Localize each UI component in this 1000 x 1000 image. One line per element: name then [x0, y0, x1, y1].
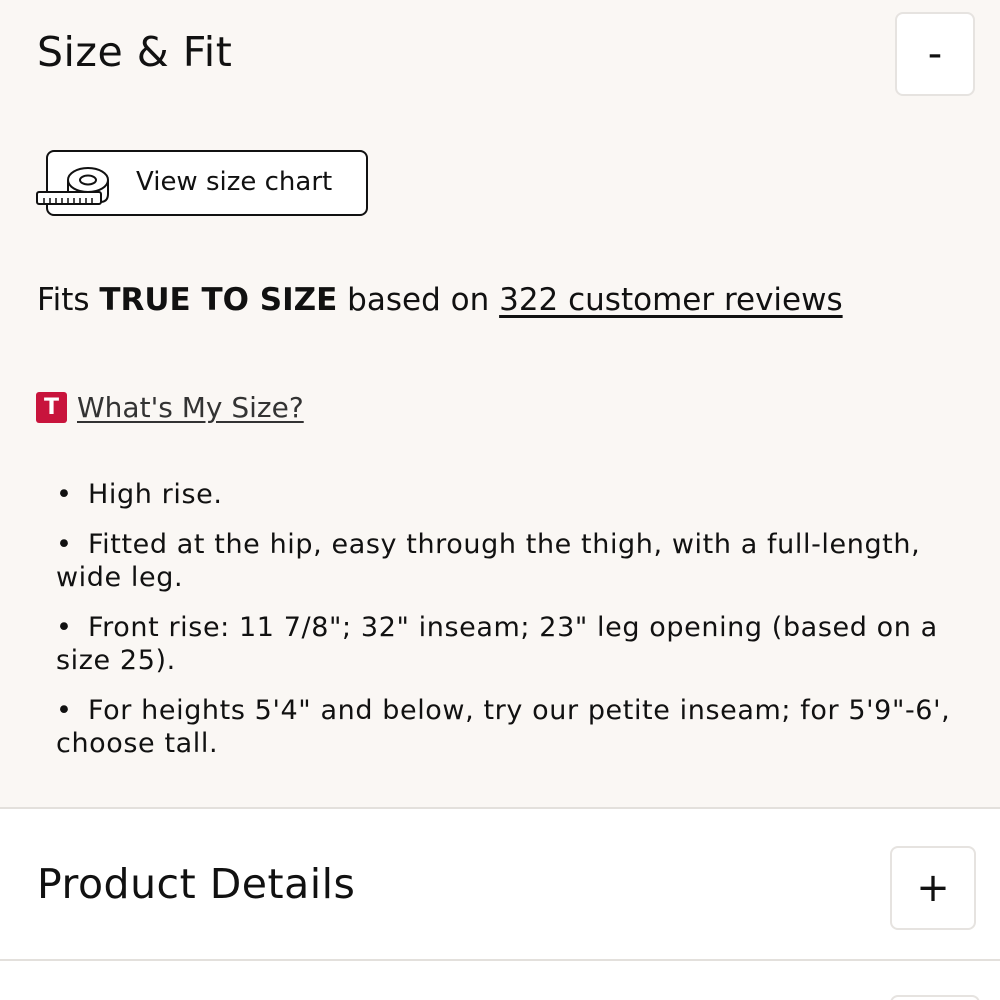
expand-button-partial[interactable] [890, 995, 980, 1000]
view-size-chart-label: View size chart [136, 167, 333, 197]
product-details-title: Product Details [37, 860, 356, 908]
measuring-tape-icon [36, 167, 109, 205]
list-item: • High rise. [56, 479, 223, 510]
whats-my-size-link[interactable]: What's My Size? [77, 391, 304, 424]
fit-summary: Fits TRUE TO SIZE based on 322 customer … [37, 282, 843, 318]
bullet-icon: • [56, 695, 73, 726]
next-section [0, 961, 1000, 1000]
bullet-icon: • [56, 529, 73, 560]
fit-rating: TRUE TO SIZE [99, 282, 338, 318]
list-item: • For heights 5'4" and below, try our pet… [56, 695, 951, 759]
expand-button[interactable]: + [890, 846, 976, 930]
t-logo-icon: T [36, 392, 67, 423]
collapse-button[interactable]: - [895, 12, 975, 96]
customer-reviews-link[interactable]: 322 customer reviews [499, 282, 843, 318]
list-item: • Fitted at the hip, easy through the thi… [56, 529, 921, 593]
fit-middle: based on [337, 282, 500, 318]
whats-my-size[interactable]: T What's My Size? [36, 391, 304, 424]
bullet-icon: • [56, 479, 73, 510]
view-size-chart-button[interactable]: View size chart [36, 150, 368, 216]
size-fit-section: Size & Fit - View size chart Fits TRUE T… [0, 0, 1000, 809]
fit-bullet-list: • High rise. • Fitted at the hip, easy thr… [56, 478, 986, 777]
fit-prefix: Fits [37, 282, 100, 318]
product-details-section[interactable]: Product Details + [0, 809, 1000, 961]
list-item: • Front rise: 11 7/8"; 32" inseam; 23" le… [56, 612, 938, 676]
product-page: Size & Fit - View size chart Fits TRUE T… [0, 0, 1000, 1000]
bullet-icon: • [56, 612, 73, 643]
size-fit-title: Size & Fit [37, 28, 233, 76]
